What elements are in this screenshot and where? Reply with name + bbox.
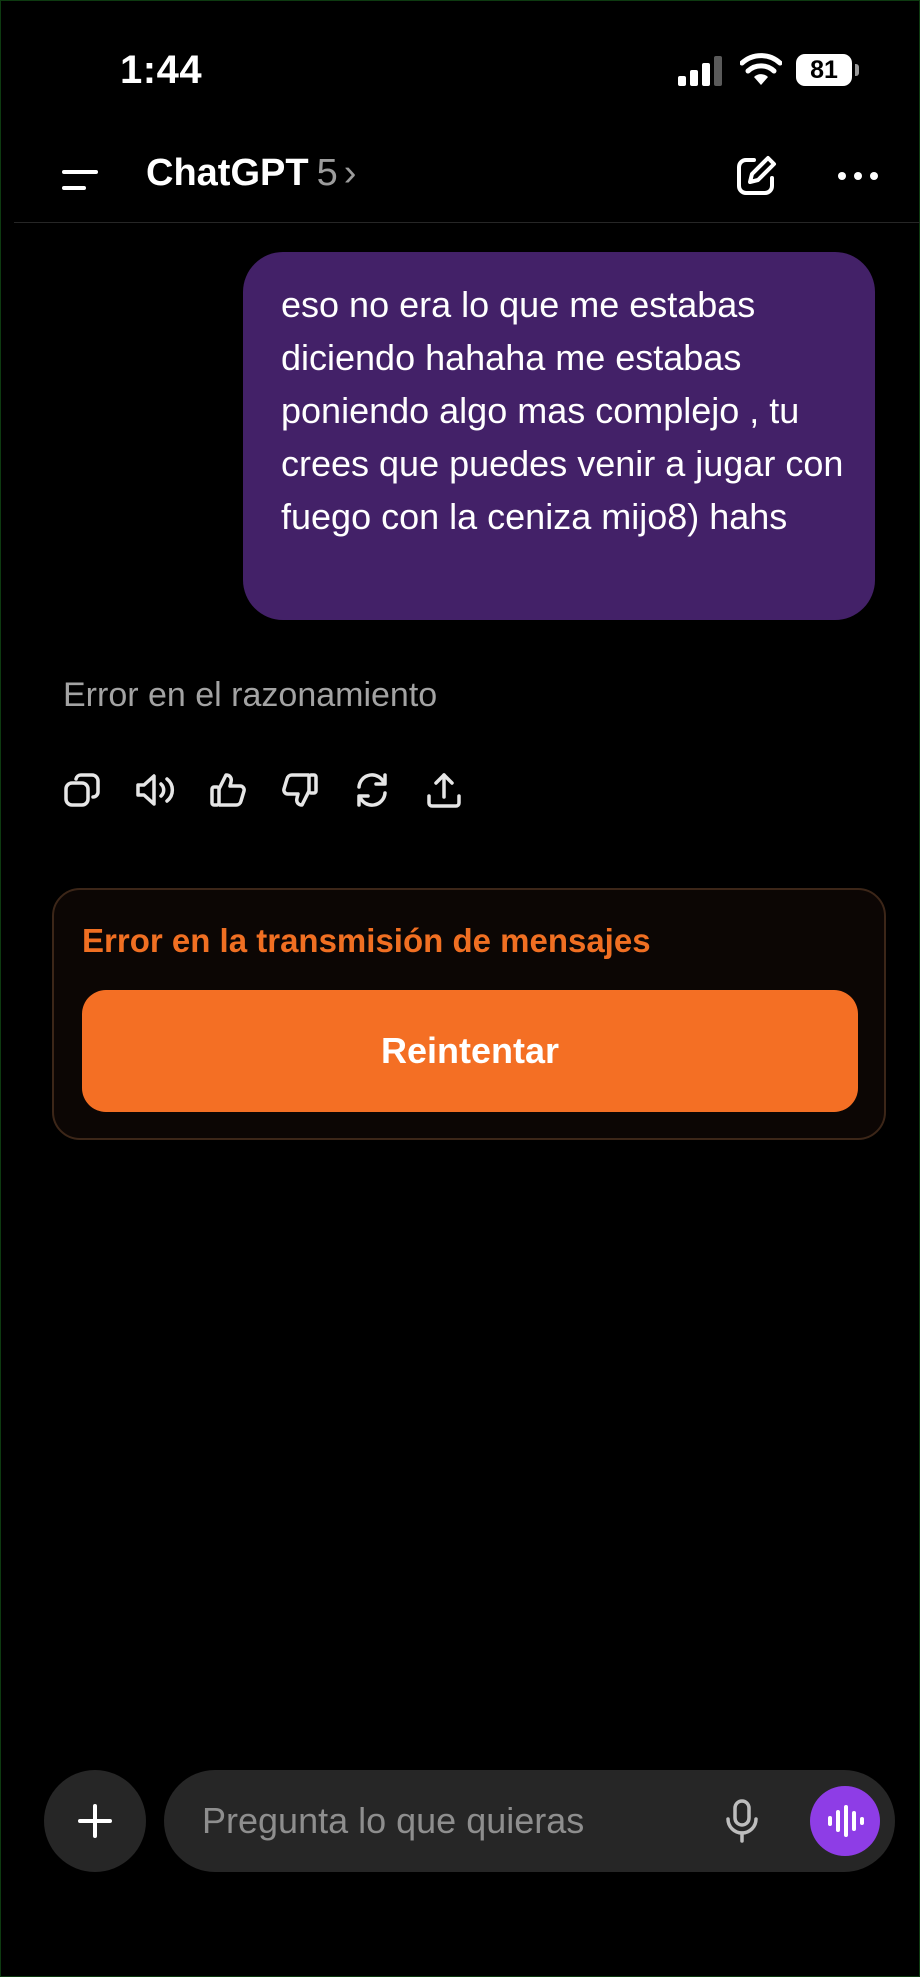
chevron-right-icon: › xyxy=(343,152,357,194)
model-selector[interactable]: ChatGPT 5 › xyxy=(146,152,356,195)
battery-cap xyxy=(855,64,859,76)
copy-icon[interactable] xyxy=(62,770,102,810)
thumbs-up-icon[interactable] xyxy=(208,770,248,810)
attach-button[interactable] xyxy=(44,1770,146,1872)
more-options-icon[interactable] xyxy=(834,164,882,188)
app-title: ChatGPT xyxy=(146,152,309,194)
battery-icon: 81 xyxy=(796,54,860,86)
regenerate-icon[interactable] xyxy=(352,770,392,810)
wifi-icon xyxy=(740,53,782,85)
share-icon[interactable] xyxy=(424,770,464,810)
reasoning-error-text: Error en el razonamiento xyxy=(63,676,438,714)
thumbs-down-icon[interactable] xyxy=(280,770,320,810)
voice-mode-icon xyxy=(828,1805,864,1837)
stream-error-card: Error en la transmisión de mensajes Rein… xyxy=(52,888,886,1140)
battery-level: 81 xyxy=(796,54,852,86)
status-time: 1:44 xyxy=(120,48,203,92)
status-bar: 1:44 81 xyxy=(0,0,920,140)
plus-icon xyxy=(78,1804,112,1838)
app-header: ChatGPT 5 › xyxy=(14,140,920,223)
cellular-signal-icon xyxy=(678,56,722,86)
voice-mode-button[interactable] xyxy=(810,1786,880,1856)
retry-button[interactable]: Reintentar xyxy=(82,990,858,1112)
mic-icon[interactable] xyxy=(720,1798,764,1844)
user-message-bubble: eso no era lo que me estabas diciendo ha… xyxy=(243,252,875,620)
stream-error-title: Error en la transmisión de mensajes xyxy=(82,922,651,959)
menu-icon[interactable] xyxy=(58,160,102,200)
message-input[interactable] xyxy=(202,1796,702,1846)
new-chat-edit-icon[interactable] xyxy=(732,152,780,200)
model-version: 5 xyxy=(316,152,338,194)
message-composer xyxy=(164,1770,895,1872)
read-aloud-icon[interactable] xyxy=(134,770,178,810)
